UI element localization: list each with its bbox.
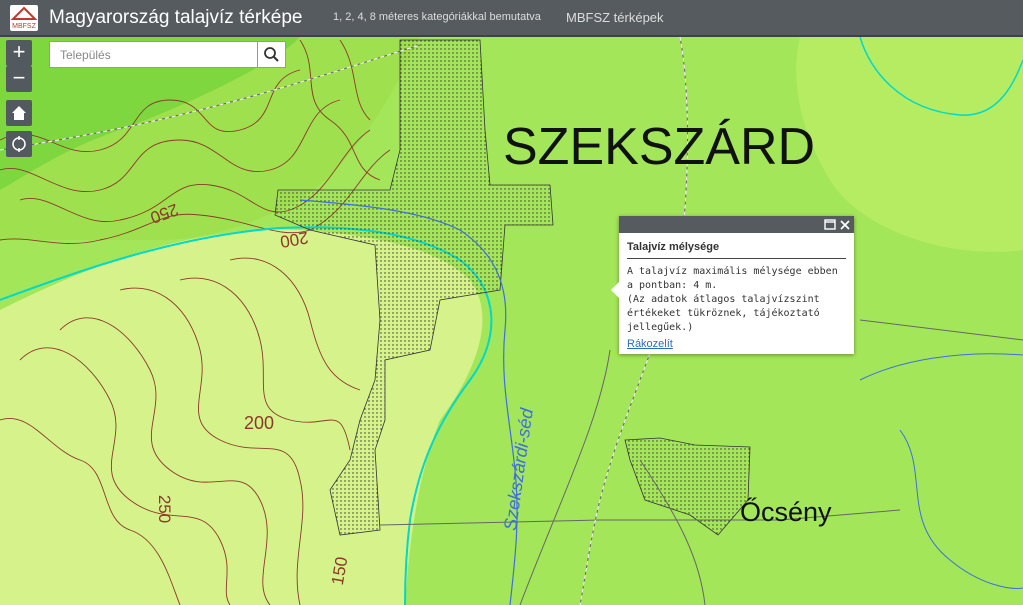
logo-text: MBFSZ xyxy=(12,23,36,30)
city-label: SZEKSZÁRD xyxy=(503,118,816,176)
popup-title: Talajvíz mélysége xyxy=(627,241,846,259)
contour-label: 200 xyxy=(244,413,275,433)
stream-southeast xyxy=(899,429,1023,589)
search-input[interactable] xyxy=(49,41,257,68)
home-icon xyxy=(12,106,26,120)
stream-east xyxy=(859,353,1023,381)
contour-label: 250 xyxy=(155,494,175,524)
locate-icon xyxy=(12,136,26,152)
home-button[interactable] xyxy=(6,100,32,126)
zoom-out-button[interactable]: − xyxy=(6,66,32,92)
popup-body: Talajvíz mélysége A talajvíz maximális m… xyxy=(619,233,854,335)
zoom-to-link[interactable]: Rákozelít xyxy=(627,338,673,350)
app-title: Magyarország talajvíz térképe xyxy=(49,7,303,28)
popup-pointer xyxy=(611,282,619,298)
info-popup: Talajvíz mélysége A talajvíz maximális m… xyxy=(611,216,854,354)
app-subtitle: 1, 2, 4, 8 méteres kategóriákkal bemutat… xyxy=(333,11,541,23)
maximize-icon[interactable] xyxy=(824,219,836,231)
search-box xyxy=(49,41,287,68)
village-label: Őcsény xyxy=(740,497,832,527)
locate-button[interactable] xyxy=(6,131,32,157)
popup-titlebar xyxy=(619,216,854,233)
mbfsz-maps-link[interactable]: MBFSZ térképek xyxy=(566,10,664,25)
close-icon[interactable] xyxy=(839,219,851,231)
popup-text: A talajvíz maximális mélysége ebben a po… xyxy=(627,266,838,333)
app-header: MBFSZ Magyarország talajvíz térképe 1, 2… xyxy=(0,0,1023,37)
search-button[interactable] xyxy=(257,41,286,68)
logo: MBFSZ xyxy=(10,5,38,31)
map-canvas[interactable]: SZEKSZÁRD Őcsény Szekszárdi-séd 250 200 … xyxy=(0,37,1023,605)
zoom-in-button[interactable]: + xyxy=(6,40,32,66)
search-icon xyxy=(264,47,279,62)
